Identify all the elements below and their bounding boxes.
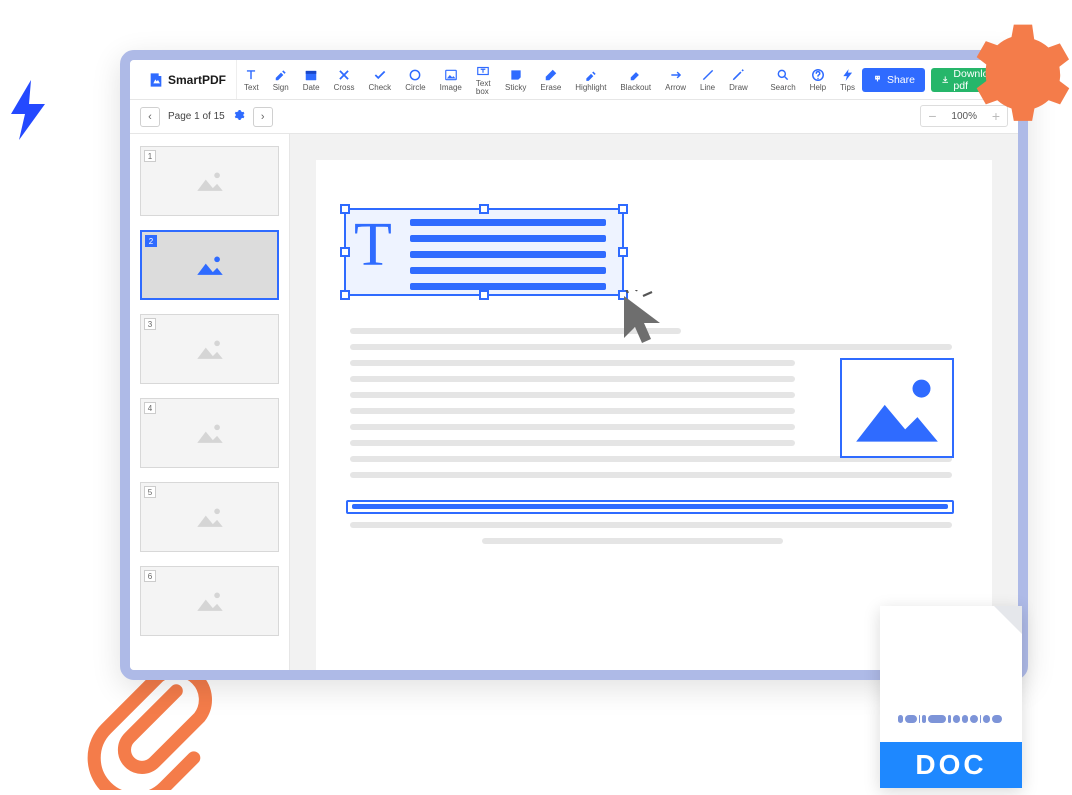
circle-icon bbox=[408, 67, 422, 83]
thumbnail-panel: 1 2 3 4 5 6 bbox=[130, 134, 290, 670]
tool-draw[interactable]: Draw bbox=[722, 64, 755, 95]
resize-handle[interactable] bbox=[340, 247, 350, 257]
share-button[interactable]: Share bbox=[862, 68, 925, 92]
decorative-gear-icon bbox=[962, 20, 1072, 135]
page-thumbnail[interactable]: 6 bbox=[140, 566, 279, 636]
main-toolbar: SmartPDF Text Sign Date Cross Check Circ… bbox=[130, 60, 1018, 100]
resize-handle[interactable] bbox=[618, 247, 628, 257]
page-thumbnail[interactable]: 5 bbox=[140, 482, 279, 552]
page-thumbnail[interactable]: 1 bbox=[140, 146, 279, 216]
page-indicator: Page 1 of 15 bbox=[168, 111, 225, 122]
tips-icon bbox=[841, 67, 855, 83]
page-thumbnail[interactable]: 2 bbox=[140, 230, 279, 300]
tool-image[interactable]: Image bbox=[433, 64, 469, 95]
tool-date[interactable]: Date bbox=[296, 64, 327, 95]
zoom-out-button[interactable]: − bbox=[921, 106, 943, 126]
sign-icon bbox=[274, 67, 288, 83]
tool-cross[interactable]: Cross bbox=[327, 64, 362, 95]
resize-handle[interactable] bbox=[479, 290, 489, 300]
calendar-icon bbox=[304, 67, 318, 83]
highlight-icon bbox=[584, 67, 598, 83]
search-icon bbox=[776, 67, 790, 83]
highlight-bar[interactable] bbox=[346, 500, 954, 514]
tool-circle[interactable]: Circle bbox=[398, 64, 432, 95]
help-icon bbox=[811, 67, 825, 83]
page-thumbnail[interactable]: 4 bbox=[140, 398, 279, 468]
check-icon bbox=[373, 67, 387, 83]
tool-tips[interactable]: Tips bbox=[833, 64, 862, 95]
cursor-icon bbox=[618, 290, 678, 355]
tool-arrow[interactable]: Arrow bbox=[658, 64, 693, 95]
tool-erase[interactable]: Erase bbox=[533, 64, 568, 95]
dropcap-letter: T bbox=[354, 214, 392, 276]
selected-textbox[interactable]: T bbox=[344, 208, 624, 296]
brand-name: SmartPDF bbox=[168, 73, 226, 87]
text-icon bbox=[244, 67, 258, 83]
page-next-button[interactable]: › bbox=[253, 107, 273, 127]
line-icon bbox=[701, 67, 715, 83]
tool-sticky[interactable]: Sticky bbox=[498, 64, 533, 95]
app-window: SmartPDF Text Sign Date Cross Check Circ… bbox=[120, 50, 1028, 680]
pager-bar: ‹ Page 1 of 15 › − 100% + bbox=[130, 100, 1018, 134]
tool-line[interactable]: Line bbox=[693, 64, 722, 95]
editor-canvas[interactable]: T bbox=[290, 134, 1018, 670]
cross-icon bbox=[337, 67, 351, 83]
decorative-bolt-icon bbox=[5, 80, 53, 145]
doc-label: DOC bbox=[880, 742, 1022, 788]
resize-handle[interactable] bbox=[340, 290, 350, 300]
page-prev-button[interactable]: ‹ bbox=[140, 107, 160, 127]
blackout-icon bbox=[629, 67, 643, 83]
brand: SmartPDF bbox=[138, 60, 237, 99]
tool-text[interactable]: Text bbox=[237, 64, 266, 95]
tool-textbox[interactable]: Text box bbox=[469, 60, 498, 99]
erase-icon bbox=[544, 67, 558, 83]
document-page[interactable]: T bbox=[316, 160, 992, 670]
tool-sign[interactable]: Sign bbox=[266, 64, 296, 95]
image-icon bbox=[444, 67, 458, 83]
arrow-icon bbox=[669, 67, 683, 83]
resize-handle[interactable] bbox=[340, 204, 350, 214]
image-placeholder[interactable] bbox=[840, 358, 954, 458]
resize-handle[interactable] bbox=[479, 204, 489, 214]
page-thumbnail[interactable]: 3 bbox=[140, 314, 279, 384]
doc-file-icon: DOC bbox=[880, 606, 1022, 788]
tool-highlight[interactable]: Highlight bbox=[568, 64, 613, 95]
tool-help[interactable]: Help bbox=[803, 64, 833, 95]
tool-check[interactable]: Check bbox=[362, 64, 399, 95]
draw-icon bbox=[731, 67, 745, 83]
resize-handle[interactable] bbox=[618, 204, 628, 214]
tool-search[interactable]: Search bbox=[763, 64, 802, 95]
tool-blackout[interactable]: Blackout bbox=[613, 64, 658, 95]
sticky-icon bbox=[509, 67, 523, 83]
textbox-icon bbox=[476, 63, 490, 79]
page-settings-icon[interactable] bbox=[233, 109, 245, 124]
